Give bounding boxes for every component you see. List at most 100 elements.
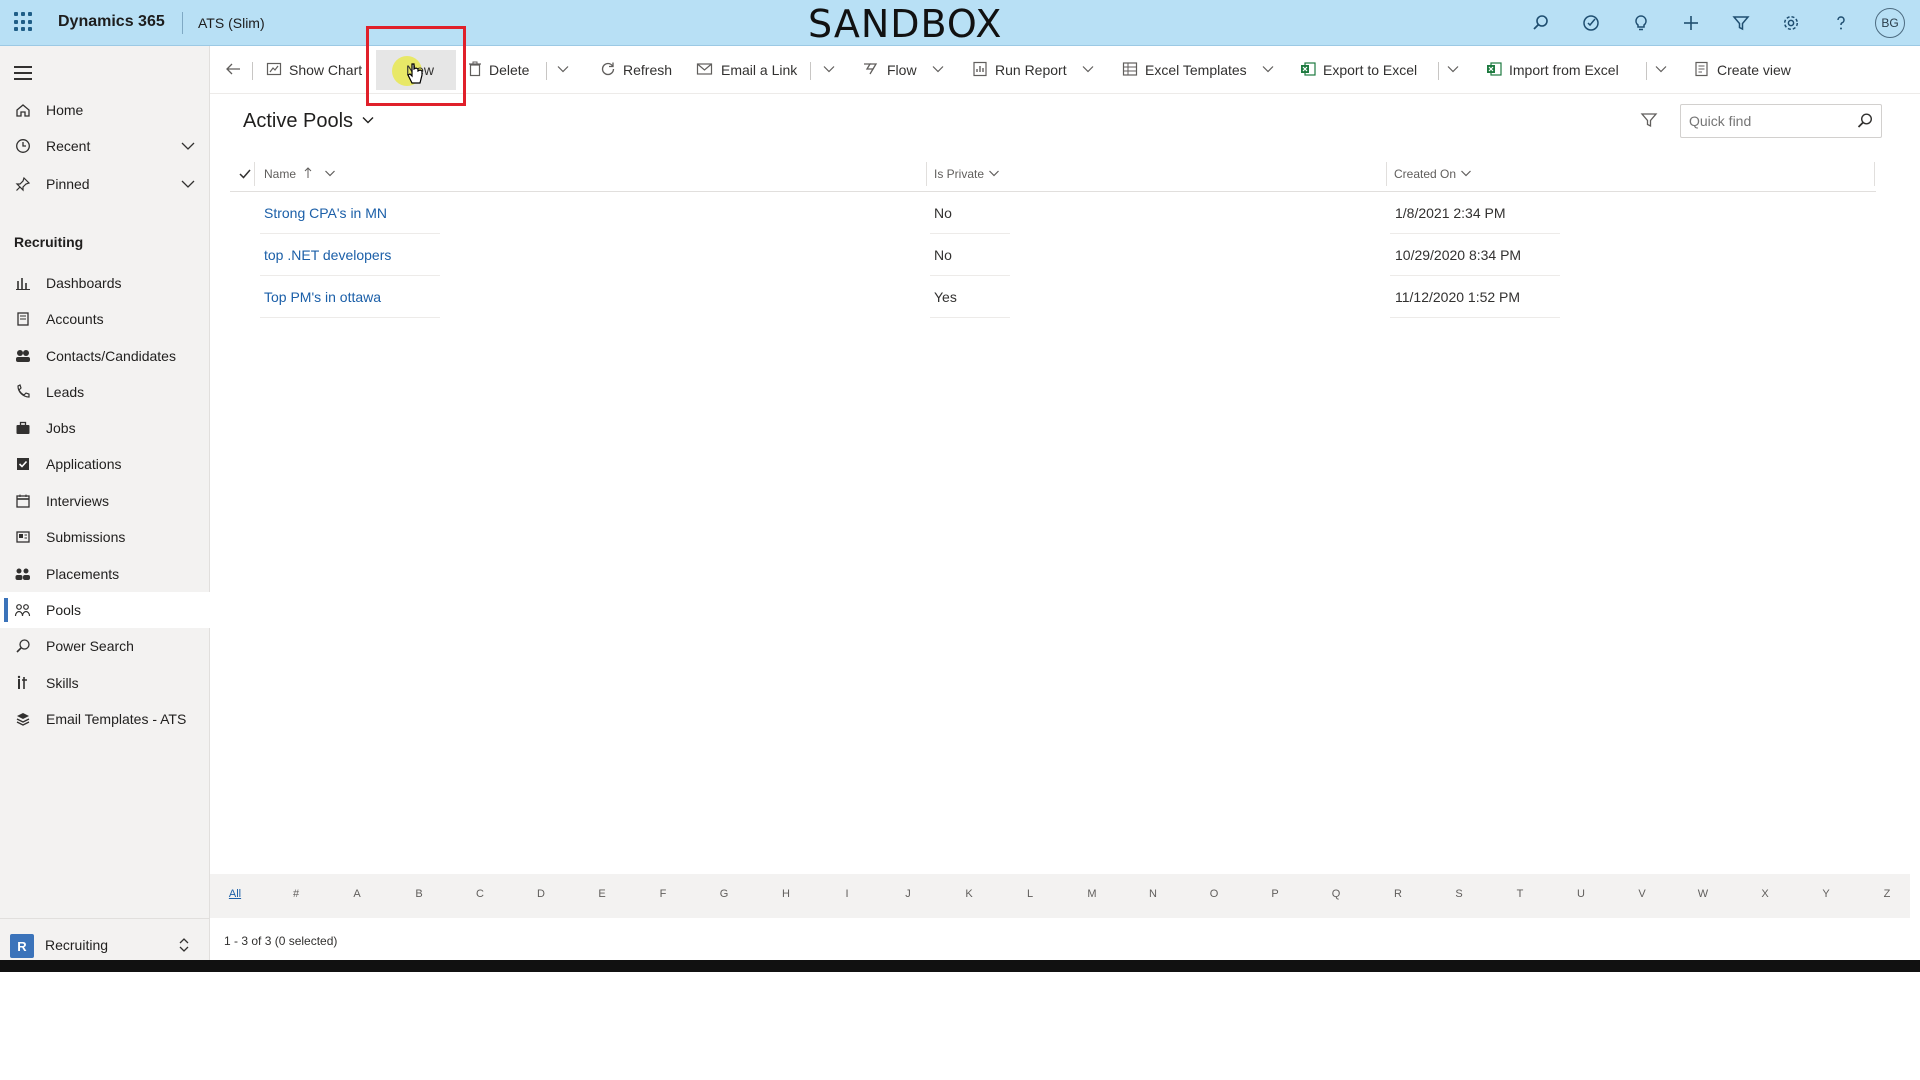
- alphabet-filter-y[interactable]: Y: [1816, 888, 1836, 900]
- sidebar: Home Recent Pinned Recruiting Dashboards…: [0, 46, 210, 972]
- help-icon[interactable]: [1828, 10, 1854, 36]
- back-button[interactable]: [224, 46, 249, 94]
- pools-icon: [0, 602, 46, 618]
- area-label: Recruiting: [45, 937, 109, 953]
- sidebar-item-leads[interactable]: Leads: [0, 374, 210, 410]
- show-chart-button[interactable]: Show Chart: [266, 46, 362, 94]
- pool-name-link[interactable]: Strong CPA's in MN: [264, 192, 387, 234]
- alphabet-filter-u[interactable]: U: [1571, 888, 1591, 900]
- sidebar-item-submissions[interactable]: Submissions: [0, 519, 210, 555]
- alphabet-filter-w[interactable]: W: [1693, 888, 1713, 900]
- alphabet-filter-s[interactable]: S: [1449, 888, 1469, 900]
- alphabet-filter-b[interactable]: B: [409, 888, 429, 900]
- alphabet-filter-m[interactable]: M: [1082, 888, 1102, 900]
- chevron-down-icon: [324, 167, 336, 182]
- alphabet-filter-l[interactable]: L: [1020, 888, 1040, 900]
- user-avatar[interactable]: BG: [1875, 8, 1905, 38]
- app-launcher-icon[interactable]: [14, 12, 34, 32]
- show-chart-label: Show Chart: [289, 62, 363, 78]
- quick-find-input[interactable]: [1680, 104, 1882, 138]
- column-divider: [1386, 162, 1387, 186]
- column-divider: [254, 162, 255, 186]
- alphabet-filter-k[interactable]: K: [959, 888, 979, 900]
- alphabet-filter-e[interactable]: E: [592, 888, 612, 900]
- sidebar-item-dashboards[interactable]: Dashboards: [0, 265, 210, 301]
- column-header-created-on[interactable]: Created On: [1394, 156, 1472, 192]
- chart-icon: [266, 61, 289, 80]
- column-header-is-private[interactable]: Is Private: [934, 156, 1000, 192]
- command-bar: Show Chart: [210, 46, 1920, 94]
- sidebar-item-placements[interactable]: Placements: [0, 556, 210, 592]
- alphabet-filter-o[interactable]: O: [1204, 888, 1224, 900]
- sidebar-item-accounts[interactable]: Accounts: [0, 301, 210, 337]
- highlight-annotation: [366, 26, 466, 106]
- plus-icon[interactable]: [1678, 10, 1704, 36]
- sidebar-item-pinned[interactable]: Pinned: [0, 166, 210, 202]
- is-private-cell: No: [934, 205, 952, 221]
- alphabet-filter-n[interactable]: N: [1143, 888, 1163, 900]
- cell-divider: [1390, 317, 1560, 318]
- record-count-status: 1 - 3 of 3 (0 selected): [224, 934, 338, 948]
- sidebar-item-jobs[interactable]: Jobs: [0, 410, 210, 446]
- alphabet-filter-g[interactable]: G: [714, 888, 734, 900]
- app-name[interactable]: ATS (Slim): [198, 15, 265, 31]
- sidebar-item-home[interactable]: Home: [0, 92, 210, 128]
- search-icon[interactable]: [1528, 10, 1554, 36]
- alphabet-filter-x[interactable]: X: [1755, 888, 1775, 900]
- alphabet-filter-q[interactable]: Q: [1326, 888, 1346, 900]
- brand-name[interactable]: Dynamics 365: [58, 13, 165, 31]
- sidebar-item-contacts[interactable]: Contacts/Candidates: [0, 338, 210, 374]
- alphabet-filter-v[interactable]: V: [1632, 888, 1652, 900]
- chevron-down-icon[interactable]: [180, 176, 196, 195]
- select-all-checkbox[interactable]: [238, 156, 252, 192]
- submissions-icon: [0, 529, 46, 545]
- task-icon[interactable]: [1578, 10, 1604, 36]
- sidebar-item-pools[interactable]: Pools: [0, 592, 210, 628]
- alphabet-filter-all[interactable]: All: [225, 888, 245, 900]
- pool-name-link[interactable]: Top PM's in ottawa: [264, 276, 381, 318]
- alphabet-filter-t[interactable]: T: [1510, 888, 1530, 900]
- created-on-cell: 10/29/2020 8:34 PM: [1395, 247, 1522, 263]
- alphabet-filter-p[interactable]: P: [1265, 888, 1285, 900]
- alphabet-filter-j[interactable]: J: [898, 888, 918, 900]
- layers-icon: [0, 711, 46, 727]
- hamburger-menu-icon[interactable]: [14, 66, 32, 80]
- sidebar-item-skills[interactable]: Skills: [0, 665, 210, 701]
- is-private-cell: No: [934, 247, 952, 263]
- table-row[interactable]: top .NET developers No 10/29/2020 8:34 P…: [230, 234, 1876, 276]
- view-selector[interactable]: Active Pools: [243, 110, 375, 133]
- command-divider: [252, 62, 253, 80]
- filter-icon[interactable]: [1728, 10, 1754, 36]
- sidebar-item-applications[interactable]: Applications: [0, 446, 210, 482]
- table-row[interactable]: Top PM's in ottawa Yes 11/12/2020 1:52 P…: [230, 276, 1876, 318]
- table-row[interactable]: Strong CPA's in MN No 1/8/2021 2:34 PM: [230, 192, 1876, 234]
- alphabet-filter-h[interactable]: H: [776, 888, 796, 900]
- sidebar-item-interviews[interactable]: Interviews: [0, 483, 210, 519]
- alphabet-filter-d[interactable]: D: [531, 888, 551, 900]
- sidebar-item-email-templates[interactable]: Email Templates - ATS: [0, 701, 210, 737]
- gear-icon[interactable]: [1778, 10, 1804, 36]
- environment-banner: SANDBOX: [808, 2, 1003, 46]
- chevron-updown-icon[interactable]: [177, 935, 191, 960]
- sidebar-section-title: Recruiting: [14, 234, 84, 250]
- column-header-name[interactable]: Name: [264, 156, 336, 192]
- dashboard-icon: [0, 275, 46, 291]
- sidebar-item-recent[interactable]: Recent: [0, 128, 210, 164]
- alphabet-filter-hash[interactable]: #: [286, 888, 306, 900]
- contacts-icon: [0, 348, 46, 364]
- search-icon[interactable]: [1856, 112, 1874, 135]
- alphabet-filter-f[interactable]: F: [653, 888, 673, 900]
- pool-name-link[interactable]: top .NET developers: [264, 234, 391, 276]
- alphabet-filter-i[interactable]: I: [837, 888, 857, 900]
- sidebar-item-label: Power Search: [46, 638, 134, 654]
- alphabet-filter-a[interactable]: A: [347, 888, 367, 900]
- chevron-down-icon[interactable]: [180, 138, 196, 157]
- sidebar-item-power-search[interactable]: Power Search: [0, 628, 210, 664]
- created-on-cell: 11/12/2020 1:52 PM: [1395, 289, 1521, 305]
- filter-icon[interactable]: [1640, 111, 1658, 134]
- alphabet-filter-r[interactable]: R: [1388, 888, 1408, 900]
- sidebar-item-label: Accounts: [46, 311, 104, 327]
- alphabet-filter-z[interactable]: Z: [1877, 888, 1897, 900]
- lightbulb-icon[interactable]: [1628, 10, 1654, 36]
- alphabet-filter-c[interactable]: C: [470, 888, 490, 900]
